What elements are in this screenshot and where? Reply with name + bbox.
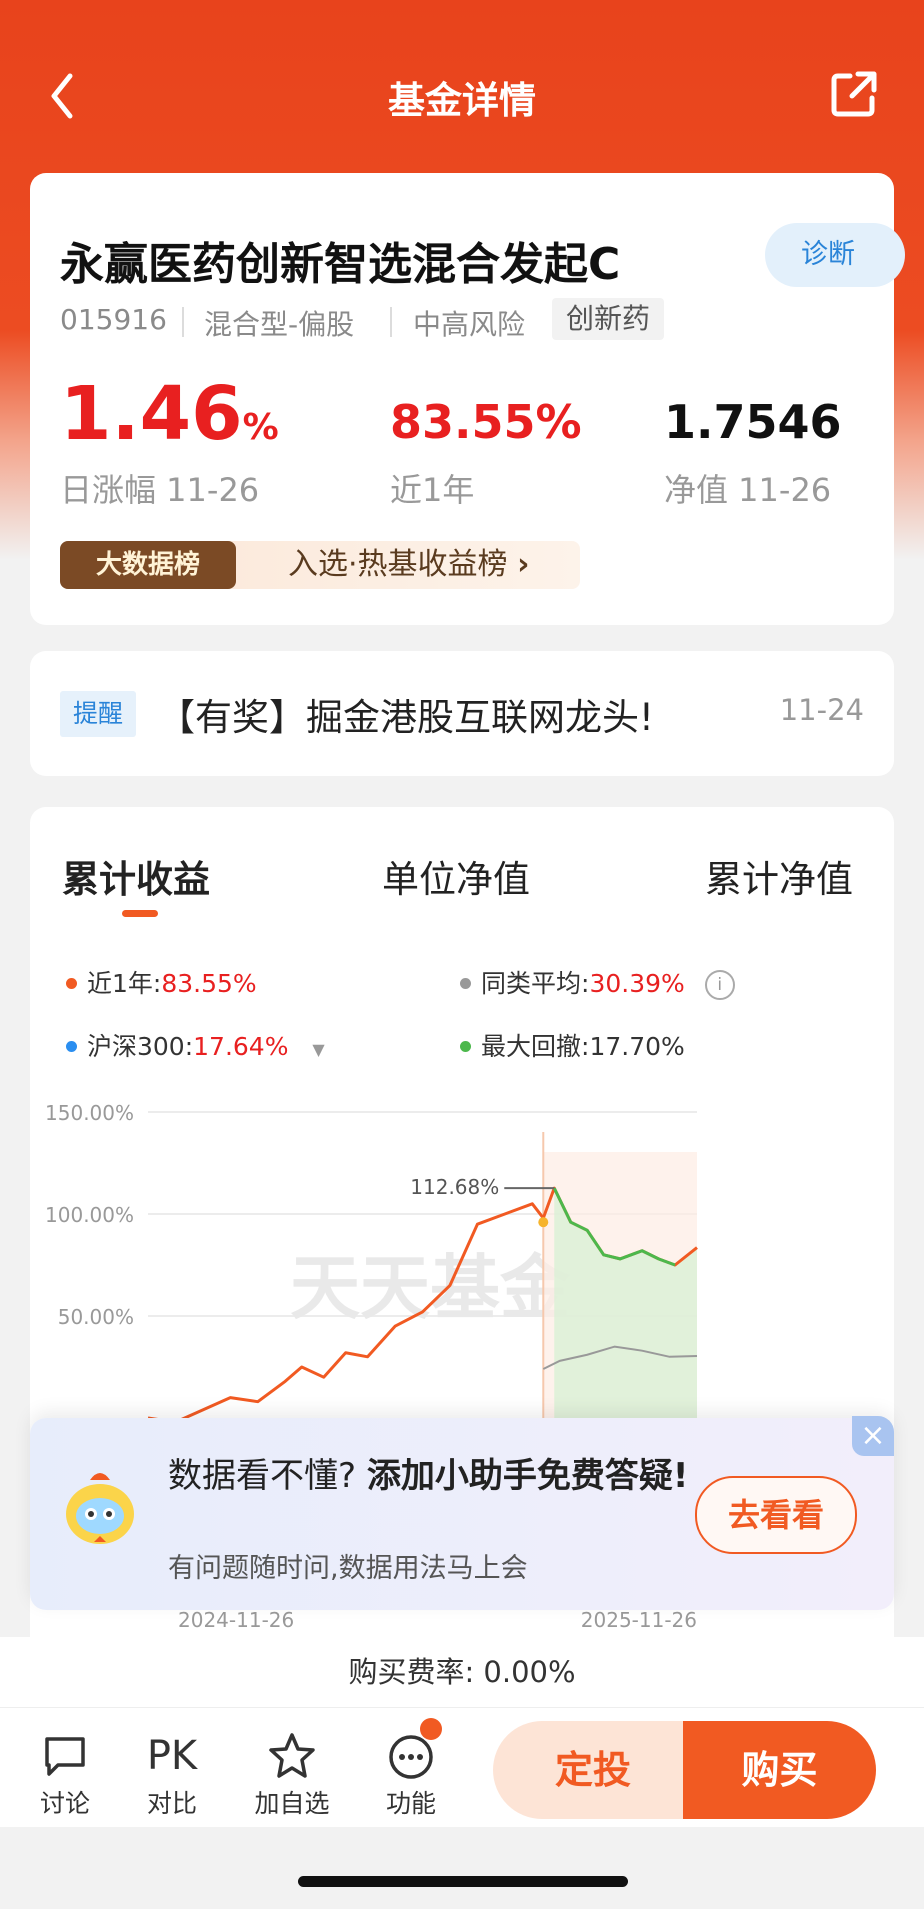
share-button[interactable] bbox=[828, 68, 880, 120]
daily-change-unit: % bbox=[242, 407, 279, 448]
assistant-promo[interactable]: 数据看不懂? 添加小助手免费答疑! 有问题随时问,数据用法马上会 去看看 × bbox=[30, 1416, 894, 1610]
nav-watchlist[interactable]: 加自选 bbox=[247, 1728, 337, 1820]
divider bbox=[182, 307, 184, 337]
comment-icon bbox=[20, 1728, 110, 1784]
legend-dot bbox=[460, 1040, 471, 1052]
y-tick-label: 150.00% bbox=[45, 1101, 134, 1125]
nav-discuss[interactable]: 讨论 bbox=[20, 1728, 110, 1820]
reminder-date: 11-24 bbox=[779, 693, 864, 727]
nav-discuss-label: 讨论 bbox=[39, 1789, 90, 1818]
nav-functions[interactable]: 功能 bbox=[366, 1718, 456, 1820]
divider bbox=[390, 307, 392, 337]
fund-type: 混合型-偏股 bbox=[204, 308, 355, 341]
caret-down-icon: ▼ bbox=[312, 1040, 325, 1059]
cursor-point bbox=[538, 1217, 549, 1228]
close-icon[interactable]: × bbox=[852, 1416, 894, 1456]
promo-go-button[interactable]: 去看看 bbox=[695, 1476, 857, 1554]
reminder-tag: 提醒 bbox=[60, 691, 136, 737]
mascot-icon bbox=[60, 1466, 140, 1550]
fund-theme-tag[interactable]: 创新药 bbox=[552, 298, 665, 340]
daily-change-value: 1.46 bbox=[60, 371, 243, 457]
home-indicator[interactable] bbox=[298, 1876, 628, 1887]
daily-change-label: 日涨幅 11-26 bbox=[60, 471, 260, 509]
legend-drawdown: 最大回撤:17.70% bbox=[460, 1027, 685, 1063]
y-tick-label: 100.00% bbox=[45, 1203, 134, 1227]
rank-badge: 大数据榜 bbox=[60, 541, 236, 589]
promo-title: 数据看不懂? 添加小助手免费答疑! bbox=[168, 1456, 689, 1496]
watermark: 天天基金 bbox=[290, 1247, 571, 1329]
daily-change: 1.46% bbox=[60, 371, 279, 457]
info-icon[interactable]: i bbox=[704, 970, 735, 1000]
nav-watchlist-label: 加自选 bbox=[254, 1789, 330, 1818]
fund-code: 015916 bbox=[60, 303, 167, 336]
legend-dot bbox=[66, 1040, 77, 1052]
reminder-card[interactable]: 提醒 【有奖】掘金港股互联网龙头! 11-24 bbox=[30, 651, 894, 776]
tab-cumulative-return[interactable]: 累计收益 bbox=[62, 849, 210, 903]
diagnose-button[interactable]: 诊断 bbox=[765, 223, 905, 287]
peak-label: 112.68% bbox=[410, 1175, 499, 1199]
share-icon bbox=[831, 71, 877, 117]
chevron-right-icon: › bbox=[517, 547, 530, 582]
promo-subtitle: 有问题随时问,数据用法马上会 bbox=[168, 1553, 528, 1584]
legend-fund: 近1年:83.55% bbox=[66, 964, 257, 1000]
more-icon bbox=[366, 1718, 456, 1784]
fund-summary-card: 永赢医药创新智选混合发起C 诊断 015916 混合型-偏股 中高风险 创新药 … bbox=[30, 173, 905, 625]
nav-functions-label: 功能 bbox=[385, 1789, 436, 1818]
x-tick-label: 2024-11-26 bbox=[178, 1608, 294, 1632]
bottom-toolbar: 讨论 PK 对比 加自选 功能 定投 购买 bbox=[0, 1707, 924, 1828]
page-title: 基金详情 bbox=[388, 79, 536, 122]
tab-cumulative-nav[interactable]: 累计净值 bbox=[705, 849, 853, 903]
rank-text: 入选·热基收益榜 › bbox=[288, 547, 530, 582]
legend-dot bbox=[66, 977, 77, 989]
legend-peer: 同类平均:30.39% i bbox=[460, 964, 735, 1000]
active-tab-indicator bbox=[122, 910, 158, 917]
one-year-label: 近1年 bbox=[390, 471, 475, 509]
buy-button[interactable]: 购买 bbox=[683, 1721, 876, 1819]
nav-value: 1.7546 bbox=[664, 395, 842, 449]
reminder-text: 【有奖】掘金港股互联网龙头! bbox=[158, 696, 654, 739]
star-icon bbox=[247, 1728, 337, 1784]
nav-compare[interactable]: PK 对比 bbox=[127, 1728, 217, 1820]
nav-label: 净值 11-26 bbox=[664, 471, 832, 509]
tab-unit-nav[interactable]: 单位净值 bbox=[382, 849, 530, 903]
y-tick-label: 50.00% bbox=[58, 1305, 134, 1329]
nav-compare-label: 对比 bbox=[146, 1789, 197, 1818]
safe-area bbox=[0, 1827, 924, 1909]
fund-name: 永赢医药创新智选混合发起C bbox=[60, 239, 621, 290]
one-year-return: 83.55% bbox=[390, 395, 582, 449]
fund-risk: 中高风险 bbox=[413, 308, 526, 341]
x-tick-label: 2025-11-26 bbox=[581, 1608, 697, 1632]
pk-icon: PK bbox=[146, 1733, 198, 1779]
rank-banner[interactable]: 大数据榜 入选·热基收益榜 › bbox=[60, 541, 580, 589]
notification-badge bbox=[420, 1718, 442, 1740]
purchase-fee: 购买费率: 0.00% bbox=[0, 1637, 924, 1707]
auto-invest-button[interactable]: 定投 bbox=[493, 1721, 693, 1819]
legend-index[interactable]: 沪深300:17.64% ▼ bbox=[66, 1027, 325, 1063]
legend-dot bbox=[460, 977, 471, 989]
